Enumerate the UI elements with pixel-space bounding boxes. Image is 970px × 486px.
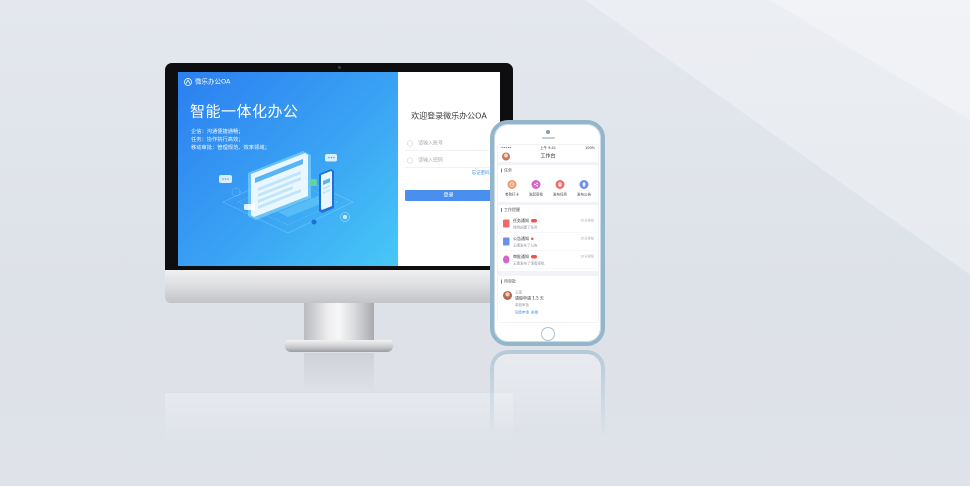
login-button[interactable]: 登录 <box>405 190 492 201</box>
quick-action-label: 发布公告 <box>577 192 591 197</box>
monitor-camera <box>338 66 341 69</box>
account-placeholder: 请输入账号 <box>418 140 443 147</box>
hero-headline: 智能一体化办公 <box>190 103 299 121</box>
phone-camera <box>546 130 550 134</box>
quick-action-label: 发布任务 <box>553 192 567 197</box>
lock-icon <box>407 157 413 164</box>
approval-section-header: 待审批 <box>498 277 598 286</box>
forgot-password-link[interactable]: 忘记密码? <box>472 170 492 176</box>
app-name: 微乐办公OA <box>195 78 231 86</box>
section-label: 任务 <box>504 168 512 173</box>
password-field[interactable]: 请输入密码 <box>405 155 492 168</box>
login-form-panel: 欢迎登录微乐办公OA 请输入账号 请输入密码 忘记密码? 登录 <box>398 72 500 266</box>
login-hero-panel: 微乐办公OA 智能一体化办公 企信：沟通便捷通畅； 任务：协作执行高效； 移动审… <box>178 72 398 266</box>
stand-reflection <box>304 353 374 393</box>
logo-icon <box>184 78 192 86</box>
new-badge <box>531 255 537 259</box>
list-item[interactable]: 公告通知 10分钟前 王康发布了公告 <box>498 233 598 251</box>
section-label: 工作提醒 <box>504 207 520 213</box>
quick-action-approval[interactable]: 发起审批 <box>524 180 548 200</box>
reminder-title: 审批通知 <box>513 254 529 260</box>
phone-screen: ••••• 上午 9:41 100% 工作台 任务 考勤打卡 发起审批 发布任务… <box>497 144 599 323</box>
unread-dot <box>531 237 534 240</box>
section-label: 待审批 <box>504 279 516 284</box>
approval-title: 请假申请 1.5 天 <box>515 296 544 301</box>
task-doc-icon <box>503 219 510 228</box>
illustration-phone <box>319 169 334 213</box>
office-illustration <box>219 151 354 234</box>
monitor-stand-base <box>285 340 393 352</box>
quick-action-attendance[interactable]: 考勤打卡 <box>500 180 524 200</box>
reminder-time: 10分钟前 <box>580 254 594 259</box>
quick-action-label: 考勤打卡 <box>505 192 519 197</box>
quick-action-announcement[interactable]: 发布公告 <box>572 180 596 200</box>
page-title: 工作台 <box>540 153 556 160</box>
section-marker <box>501 279 502 284</box>
share-icon <box>531 180 541 189</box>
monitor-stand-neck <box>304 303 374 343</box>
reminder-time: 10分钟前 <box>580 218 594 223</box>
quick-action-label: 发起审批 <box>529 192 543 197</box>
monitor-chin <box>165 270 513 303</box>
marketing-stage: 微乐办公OA 智能一体化办公 企信：沟通便捷通畅； 任务：协作执行高效； 移动审… <box>0 0 970 486</box>
divider <box>498 271 598 276</box>
quick-action-task[interactable]: 发布任务 <box>548 180 572 200</box>
approval-actions[interactable]: 同意申请 拒绝 <box>515 310 538 315</box>
approval-type: 事假审批 <box>515 303 529 307</box>
new-badge <box>531 219 537 223</box>
phone-speaker <box>542 137 555 139</box>
section-marker <box>501 168 502 173</box>
reminder-title: 任务通知 <box>513 218 529 224</box>
reminder-time: 10分钟前 <box>580 236 594 241</box>
phone-home-button[interactable] <box>541 327 555 341</box>
task-section-header: 任务 <box>498 166 598 175</box>
feature-line: 企信：沟通便捷通畅； <box>191 128 244 135</box>
applicant-name: 王康 <box>515 290 522 295</box>
notice-doc-icon <box>503 237 510 246</box>
reminder-subtitle: 徐明创建了任务 <box>513 225 538 230</box>
reminder-subtitle: 王康发布了请假审批 <box>513 261 545 266</box>
status-time: 上午 9:41 <box>540 146 556 150</box>
approval-share-icon <box>503 255 510 264</box>
divider <box>498 162 598 165</box>
account-field[interactable]: 请输入账号 <box>405 138 492 151</box>
reminder-subtitle: 王康发布了公告 <box>513 243 538 248</box>
monitor-reflection <box>165 393 513 445</box>
welcome-title: 欢迎登录微乐办公OA <box>411 111 487 121</box>
document-icon <box>555 180 565 189</box>
status-battery: 100% <box>584 146 595 150</box>
password-placeholder: 请输入密码 <box>418 157 443 164</box>
user-icon <box>407 140 413 147</box>
approval-card[interactable] <box>498 287 598 322</box>
avatar <box>503 291 512 300</box>
section-marker <box>501 208 502 212</box>
clock-icon <box>507 180 517 189</box>
reminder-section-header: 工作提醒 <box>498 206 598 215</box>
monitor-screen: 微乐办公OA 智能一体化办公 企信：沟通便捷通畅； 任务：协作执行高效； 移动审… <box>178 72 500 266</box>
reminder-title: 公告通知 <box>513 236 529 242</box>
list-item[interactable]: 任务通知 10分钟前 徐明创建了任务 <box>498 215 598 233</box>
phone-reflection <box>490 350 605 436</box>
megaphone-icon <box>579 180 589 189</box>
list-item[interactable]: 审批通知 10分钟前 王康发布了请假审批 <box>498 251 598 269</box>
